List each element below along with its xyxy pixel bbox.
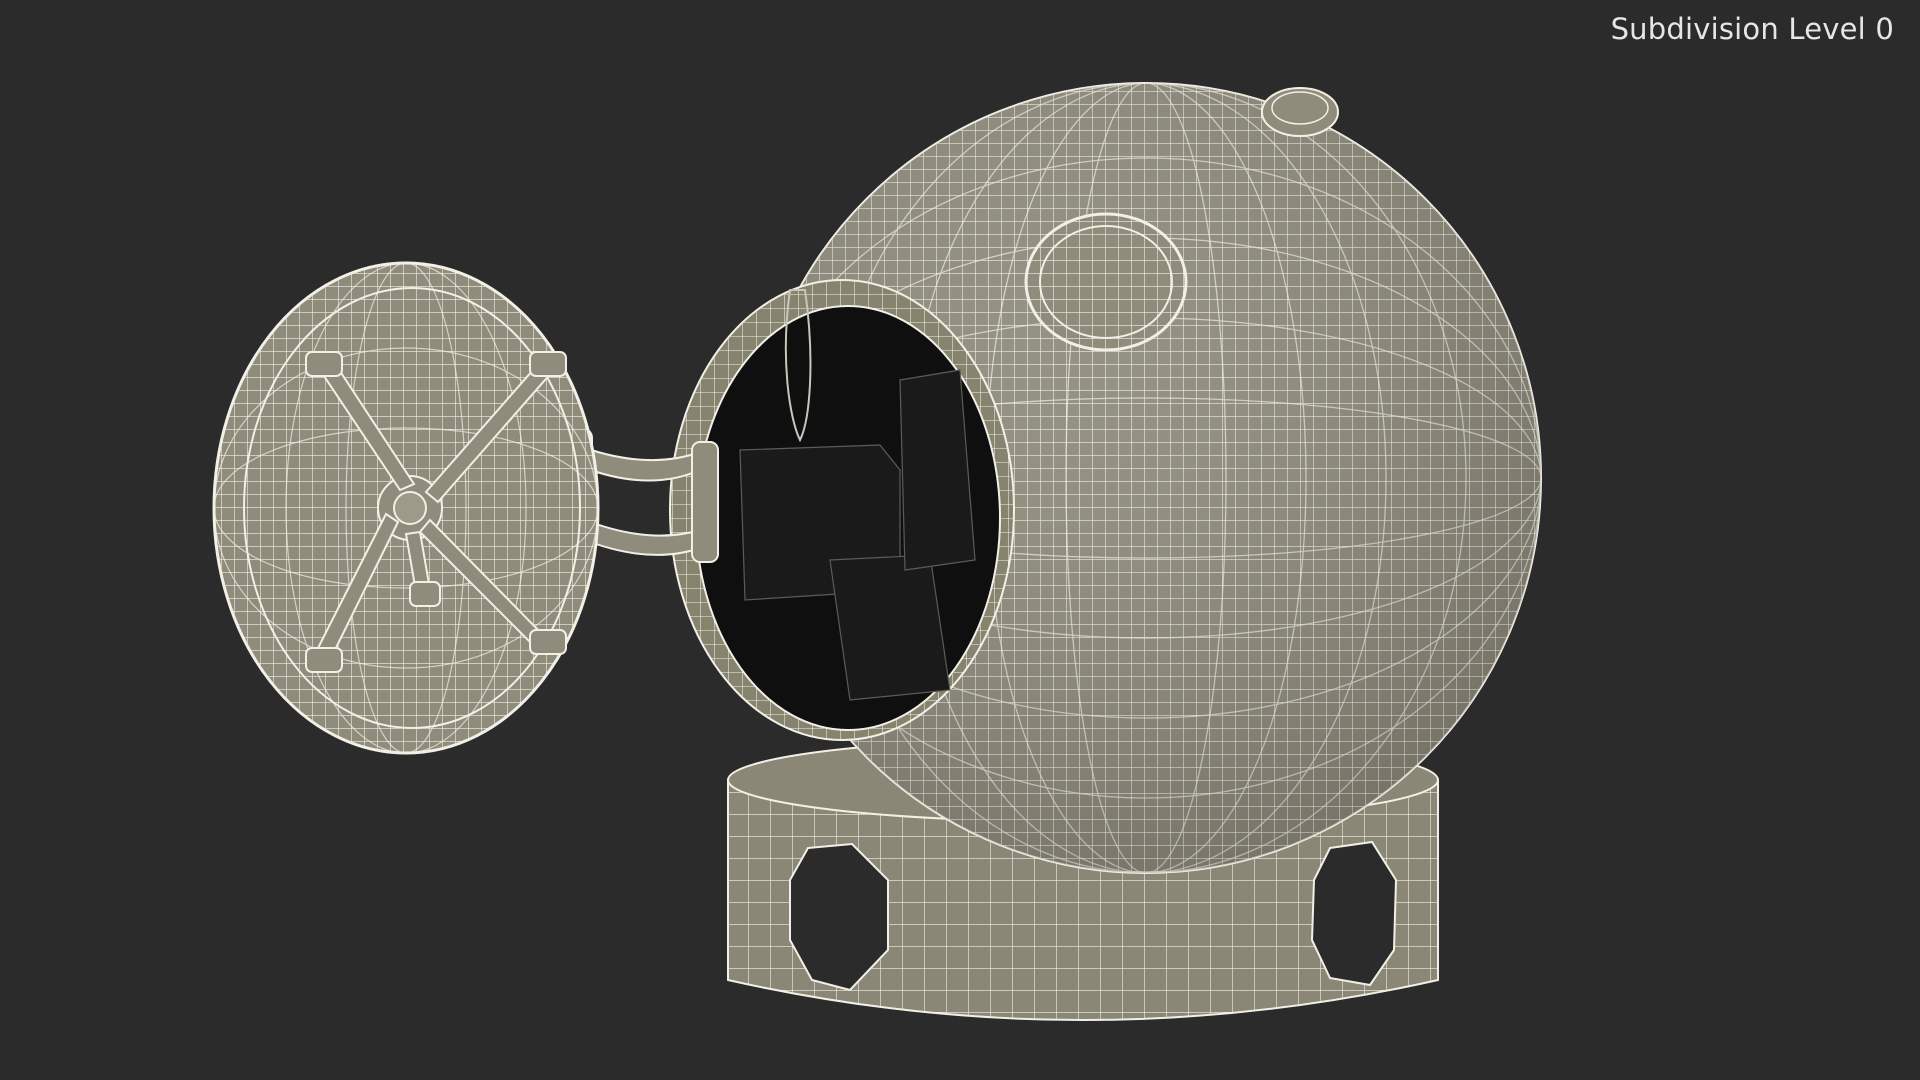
wireframe-model: [212, 82, 1542, 1021]
3d-viewport[interactable]: Subdivision Level 0: [0, 0, 1920, 1080]
hatch-door: [212, 261, 600, 755]
subdivision-level-label: Subdivision Level 0: [1610, 12, 1894, 46]
